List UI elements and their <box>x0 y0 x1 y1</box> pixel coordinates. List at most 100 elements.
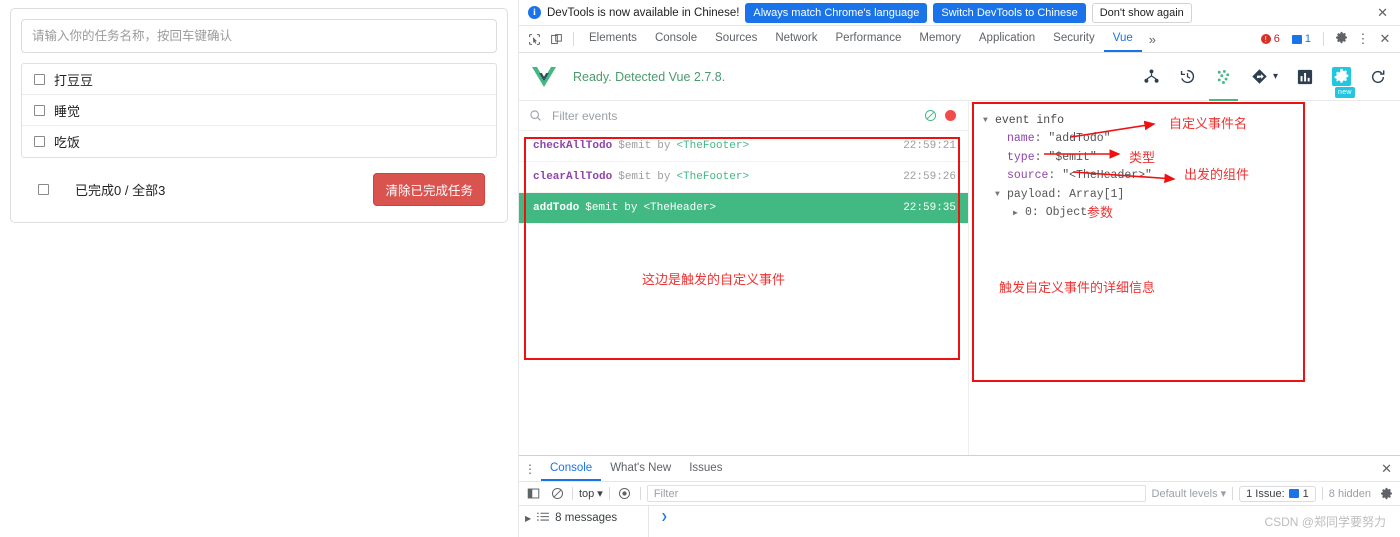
drawer-tab-console[interactable]: Console <box>541 456 602 481</box>
annotation-payload: 参数 <box>1087 205 1114 220</box>
toolbar-divider <box>1232 487 1234 500</box>
key-label: type <box>1007 150 1035 164</box>
context-label: top <box>579 487 595 500</box>
log-levels-selector[interactable]: Default levels ▾ <box>1152 487 1227 501</box>
error-icon: ! <box>1260 34 1271 44</box>
list-item[interactable]: 吃饭 <box>22 126 496 157</box>
annotation-source: 出发的组件 <box>1184 167 1250 182</box>
event-source: <TheHeader> <box>643 202 717 214</box>
list-item[interactable]: 睡觉 <box>22 95 496 126</box>
match-chrome-language-button[interactable]: Always match Chrome's language <box>745 2 928 23</box>
record-events-icon[interactable] <box>945 110 956 121</box>
chevron-right-icon[interactable]: ▶ <box>525 512 531 526</box>
timeline-icon[interactable] <box>1179 68 1196 85</box>
console-settings-gear-icon[interactable] <box>1377 487 1395 500</box>
todo-item-label: 睡觉 <box>54 103 81 119</box>
issue-count: 1 <box>1302 487 1309 500</box>
message-count: 1 <box>1304 33 1311 45</box>
close-devtools-icon[interactable]: ✕ <box>1375 31 1395 47</box>
vue-logo-icon <box>531 65 557 89</box>
tab-sources[interactable]: Sources <box>706 26 766 52</box>
chevron-down-icon[interactable]: ▾ <box>1273 71 1278 82</box>
error-count-badge[interactable]: ! 6 <box>1256 32 1285 46</box>
tab-elements[interactable]: Elements <box>580 26 646 52</box>
hidden-messages-label: 8 hidden <box>1328 487 1371 500</box>
todo-checkbox[interactable] <box>34 104 45 116</box>
gear-icon[interactable] <box>1331 31 1351 47</box>
settings-icon[interactable]: new <box>1332 67 1355 98</box>
event-name: checkAllTodo <box>533 140 613 152</box>
drawer-menu-icon[interactable]: ⋮ <box>519 456 541 481</box>
more-tabs-icon[interactable]: » <box>1142 26 1163 52</box>
close-drawer-icon[interactable]: ✕ <box>1373 456 1400 481</box>
table-row[interactable]: addTodo $emit by <TheHeader> 22:59:35 <box>519 193 968 224</box>
annotation-event-name: 自定义事件名 <box>1169 116 1248 131</box>
tab-network[interactable]: Network <box>766 26 826 52</box>
routes-icon[interactable]: ▾ <box>1251 68 1278 85</box>
messages-count-label[interactable]: 8 messages <box>555 512 617 524</box>
event-info-payload-child[interactable]: ▶ 0: Object <box>983 204 1400 223</box>
context-selector[interactable]: top ▾ <box>579 487 603 501</box>
device-toolbar-icon[interactable] <box>545 26 567 52</box>
tab-security[interactable]: Security <box>1044 26 1104 52</box>
table-row[interactable]: clearAllTodo $emit by <TheFooter> 22:59:… <box>519 162 968 193</box>
issue-label: 1 Issue: <box>1246 487 1285 500</box>
live-expression-icon[interactable] <box>616 487 634 500</box>
clear-completed-button[interactable]: 清除已完成任务 <box>373 173 485 206</box>
event-type: $emit <box>585 202 619 214</box>
chevron-right-icon[interactable]: ▶ <box>1013 208 1025 218</box>
event-time: 22:59:26 <box>903 171 956 183</box>
tab-application[interactable]: Application <box>970 26 1044 52</box>
value-label: "<TheHeader>" <box>1062 169 1152 183</box>
check-all-checkbox[interactable] <box>38 184 49 195</box>
toolbar-divider <box>608 487 610 500</box>
chevron-down-icon[interactable]: ▼ <box>983 116 995 125</box>
tab-vue[interactable]: Vue <box>1103 26 1142 52</box>
inspect-element-icon[interactable] <box>523 26 545 52</box>
dont-show-again-button[interactable]: Don't show again <box>1091 2 1192 23</box>
chevron-down-icon: ▾ <box>597 488 603 500</box>
tab-console[interactable]: Console <box>646 26 706 52</box>
filter-events-input[interactable] <box>550 107 916 124</box>
payload-label: payload: Array[1] <box>1007 187 1125 201</box>
value-label: "addTodo" <box>1048 132 1111 146</box>
devtools-status-icons: ! 6 1 ⋮ ✕ <box>1256 26 1400 52</box>
todo-item-label: 打豆豆 <box>54 72 94 88</box>
message-count-badge[interactable]: 1 <box>1287 32 1316 46</box>
status-divider <box>1323 32 1324 46</box>
console-drawer: ⋮ Console What's New Issues ✕ top ▾ Filt… <box>519 455 1400 537</box>
console-filter-input[interactable] <box>646 485 1146 502</box>
table-row[interactable]: checkAllTodo $emit by <TheFooter> 22:59:… <box>519 131 968 162</box>
component-tree-icon[interactable] <box>1143 68 1160 85</box>
more-options-icon[interactable]: ⋮ <box>1353 31 1373 47</box>
event-info-title: event info <box>995 113 1065 127</box>
chevron-down-icon[interactable]: ▼ <box>995 190 1007 199</box>
todo-checkbox[interactable] <box>34 73 45 85</box>
drawer-tab-issues[interactable]: Issues <box>680 456 731 481</box>
tab-memory[interactable]: Memory <box>910 26 970 52</box>
toolbar-divider <box>1321 487 1323 500</box>
console-sidebar-toggle-icon[interactable] <box>524 487 542 500</box>
tab-performance[interactable]: Performance <box>827 26 911 52</box>
list-icon <box>537 512 550 527</box>
close-icon[interactable]: ✕ <box>1373 5 1392 21</box>
drawer-tab-whats-new[interactable]: What's New <box>601 456 680 481</box>
value-label: "$emit" <box>1048 150 1097 164</box>
event-info-payload[interactable]: ▼ payload: Array[1] <box>983 185 1400 204</box>
payload-child-label: 0: Object <box>1025 206 1088 220</box>
watermark: CSDN @郑同学要努力 <box>1264 515 1386 529</box>
todo-input[interactable] <box>21 19 497 53</box>
issues-badge[interactable]: 1 Issue: 1 <box>1239 485 1316 502</box>
events-icon[interactable] <box>1208 68 1238 101</box>
switch-to-chinese-button[interactable]: Switch DevTools to Chinese <box>933 2 1086 23</box>
events-filter-row <box>519 101 968 131</box>
events-list: checkAllTodo $emit by <TheFooter> 22:59:… <box>519 131 968 455</box>
clear-console-icon[interactable] <box>548 487 566 500</box>
performance-icon[interactable] <box>1297 69 1313 85</box>
toolbar-divider <box>573 32 574 46</box>
clear-events-icon[interactable] <box>924 109 937 122</box>
todo-checkbox[interactable] <box>34 136 45 147</box>
list-item[interactable]: 打豆豆 <box>22 64 496 95</box>
refresh-icon[interactable] <box>1370 69 1386 85</box>
toolbar-divider <box>572 487 573 500</box>
